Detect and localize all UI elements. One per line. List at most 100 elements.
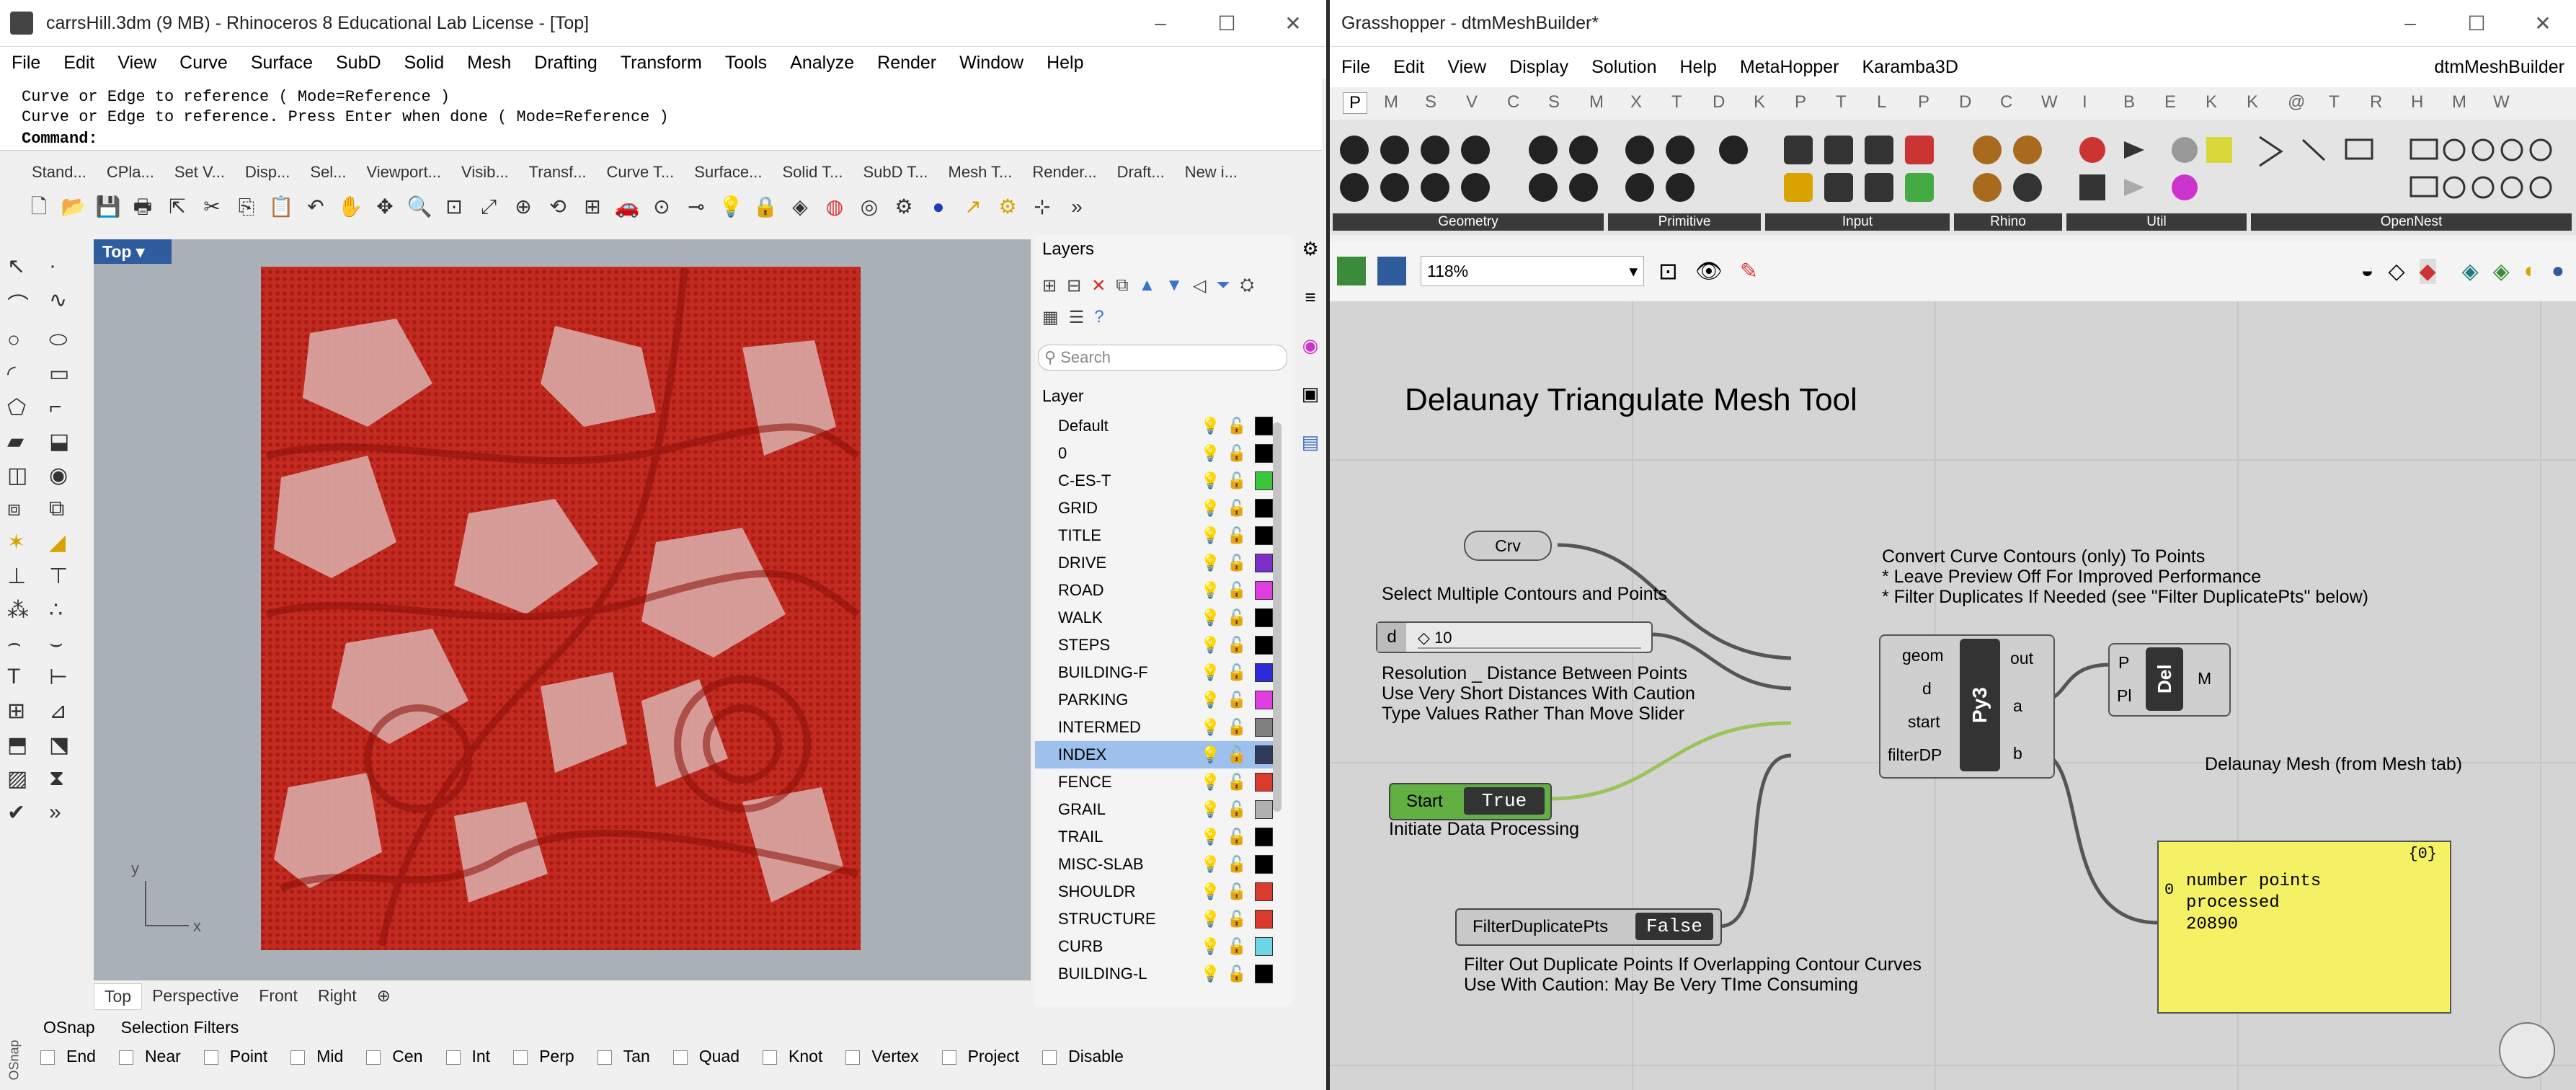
layer-color-swatch[interactable] bbox=[1254, 691, 1274, 709]
fillet-icon[interactable]: ⌐ bbox=[49, 395, 85, 420]
checkbox[interactable] bbox=[513, 1050, 528, 1065]
circle-icon[interactable]: ○ bbox=[7, 328, 43, 353]
lightbulb-icon[interactable]: 💡 bbox=[1196, 828, 1224, 846]
curve-icon[interactable]: ∿ bbox=[49, 288, 85, 319]
layer-row[interactable]: BUILDING-L 💡 🔓 bbox=[1035, 960, 1274, 988]
menu-solid[interactable]: Solid bbox=[393, 53, 456, 74]
viewport-tab-top[interactable]: Top bbox=[94, 983, 143, 1010]
zoom-extents-icon[interactable]: ⤢ bbox=[474, 192, 503, 221]
minimize-button[interactable]: – bbox=[1127, 12, 1194, 35]
layer-row[interactable]: TRAIL 💡 🔓 bbox=[1035, 823, 1274, 851]
viewport-tab-perspective[interactable]: Perspective bbox=[142, 983, 249, 1010]
transform-icon[interactable]: ◢ bbox=[49, 530, 85, 555]
lightbulb-icon[interactable]: 💡 bbox=[1196, 471, 1224, 490]
lightbulb-icon[interactable]: 💡 bbox=[1196, 663, 1224, 682]
lightbulb-icon[interactable]: 💡 bbox=[1196, 581, 1224, 600]
checkbox[interactable] bbox=[40, 1050, 55, 1065]
checkbox[interactable] bbox=[672, 1050, 688, 1065]
crv-param[interactable]: Crv bbox=[1464, 531, 1552, 561]
menu-file[interactable]: File bbox=[0, 53, 52, 74]
del-input-p[interactable]: P bbox=[2118, 653, 2129, 673]
blend-icon[interactable]: ⌣ bbox=[49, 632, 85, 656]
lock-icon[interactable]: 🔓 bbox=[1224, 800, 1249, 819]
osnap-project[interactable]: Project bbox=[941, 1047, 1031, 1066]
gh-tab[interactable]: C bbox=[1507, 92, 1519, 112]
render-preview-icon[interactable]: ● bbox=[2551, 259, 2564, 283]
polygon-icon[interactable]: ⬠ bbox=[7, 395, 43, 420]
category-util[interactable]: Util bbox=[2066, 213, 2247, 231]
filter-toggle-value[interactable]: False bbox=[1635, 913, 1713, 940]
osnap-disable[interactable]: Disable bbox=[1042, 1047, 1135, 1066]
grid-snap-icon[interactable]: ⊹ bbox=[1028, 192, 1057, 221]
tools-icon[interactable]: ⛭ bbox=[1240, 275, 1254, 296]
gh-menu-view[interactable]: View bbox=[1436, 57, 1498, 78]
lock-icon[interactable]: 🔒 bbox=[751, 192, 780, 221]
layer-color-swatch[interactable] bbox=[1254, 444, 1274, 463]
lock-icon[interactable]: 🔓 bbox=[1224, 882, 1249, 901]
tab-solid-tools[interactable]: Solid T... bbox=[772, 163, 853, 182]
checkbox[interactable] bbox=[366, 1050, 381, 1065]
material-preview-icon[interactable]: ◐ bbox=[2524, 259, 2537, 283]
lightbulb-icon[interactable]: 💡 bbox=[1196, 910, 1224, 929]
layer-row[interactable]: DRIVE 💡 🔓 bbox=[1035, 549, 1274, 577]
checkbox[interactable] bbox=[445, 1050, 461, 1065]
grid-array-icon[interactable]: ⊞ bbox=[7, 699, 43, 724]
new-file-icon[interactable]: 🗋 bbox=[25, 192, 53, 221]
array-icon[interactable]: ∴ bbox=[49, 598, 85, 623]
copy-icon[interactable]: ⎘ bbox=[232, 192, 261, 221]
tab-surface[interactable]: Surface... bbox=[684, 163, 772, 182]
gh-tab[interactable]: L bbox=[1877, 92, 1886, 112]
move-left-icon[interactable]: ◁ bbox=[1193, 275, 1206, 296]
gh-tab[interactable]: K bbox=[1754, 92, 1765, 112]
select-arrow-icon[interactable]: ↖ bbox=[7, 254, 43, 279]
render-icon[interactable]: ⬒ bbox=[7, 732, 43, 758]
cplane-icon[interactable]: ⊙ bbox=[647, 192, 676, 221]
menu-view[interactable]: View bbox=[106, 53, 168, 74]
layers-panel-icon[interactable]: ≡ bbox=[1305, 286, 1315, 309]
category-geometry[interactable]: Geometry bbox=[1333, 213, 1604, 231]
polyline-icon[interactable]: ⌒ bbox=[7, 288, 43, 319]
layer-row[interactable]: ROAD 💡 🔓 bbox=[1035, 577, 1274, 604]
tab-osnap[interactable]: OSnap bbox=[43, 1018, 95, 1037]
gh-tab[interactable]: E bbox=[2164, 92, 2176, 112]
lightbulb-icon[interactable]: 💡 bbox=[1196, 691, 1224, 709]
layer-color-swatch[interactable] bbox=[1254, 745, 1274, 764]
wireframe-preview-icon[interactable]: ◇ bbox=[2388, 259, 2404, 284]
layer-row[interactable]: GRAIL 💡 🔓 bbox=[1035, 796, 1274, 823]
more-icon[interactable]: » bbox=[49, 800, 85, 825]
py-output-out[interactable]: out bbox=[2010, 649, 2033, 668]
lock-icon[interactable]: 🔓 bbox=[1224, 691, 1249, 709]
print-icon[interactable]: 🖶 bbox=[128, 192, 157, 221]
osnap-vertex[interactable]: Vertex bbox=[845, 1047, 930, 1066]
py-input-start[interactable]: start bbox=[1908, 712, 1940, 732]
lightbulb-icon[interactable]: 💡 bbox=[1196, 417, 1224, 435]
layer-row[interactable]: STRUCTURE 💡 🔓 bbox=[1035, 905, 1274, 933]
menu-mesh[interactable]: Mesh bbox=[456, 53, 523, 74]
open-doc-icon[interactable] bbox=[1337, 257, 1366, 285]
paste-icon[interactable]: 📋 bbox=[267, 192, 296, 221]
tab-render[interactable]: Render... bbox=[1022, 163, 1106, 182]
dimension-icon[interactable]: ↗ bbox=[959, 192, 987, 221]
extrude-icon[interactable]: ⬓ bbox=[49, 429, 85, 454]
gh-tab[interactable]: K bbox=[2206, 92, 2217, 112]
osnap-end[interactable]: End bbox=[40, 1047, 107, 1066]
osnap-cen[interactable]: Cen bbox=[366, 1047, 434, 1066]
preview-mode-icon[interactable]: ◒ bbox=[2360, 259, 2373, 283]
list-icon[interactable]: ☰ bbox=[1069, 307, 1085, 328]
lock-icon[interactable]: 🔓 bbox=[1224, 910, 1249, 929]
lock-icon[interactable]: 🔓 bbox=[1224, 471, 1249, 490]
search-box[interactable]: ⚲ Search bbox=[1038, 345, 1287, 371]
sketch-icon[interactable]: ✎ bbox=[1740, 259, 1758, 284]
undo-icon[interactable]: ↶ bbox=[301, 192, 330, 221]
render-settings-icon[interactable]: ⚙ bbox=[889, 192, 918, 221]
output-panel[interactable]: {0} 0 number points processed 20890 bbox=[2157, 841, 2451, 1014]
properties-icon[interactable]: ▤ bbox=[1302, 431, 1320, 453]
layer-color-swatch[interactable] bbox=[1254, 718, 1274, 737]
checkbox[interactable] bbox=[941, 1050, 956, 1065]
layer-color-swatch[interactable] bbox=[1254, 800, 1274, 819]
zoom-icon[interactable]: 🔍 bbox=[405, 192, 434, 221]
lightbulb-icon[interactable]: 💡 bbox=[1196, 855, 1224, 874]
layer-scrollbar[interactable] bbox=[1273, 422, 1282, 812]
check-icon[interactable]: ✔ bbox=[7, 800, 43, 825]
layer-color-swatch[interactable] bbox=[1254, 417, 1274, 435]
